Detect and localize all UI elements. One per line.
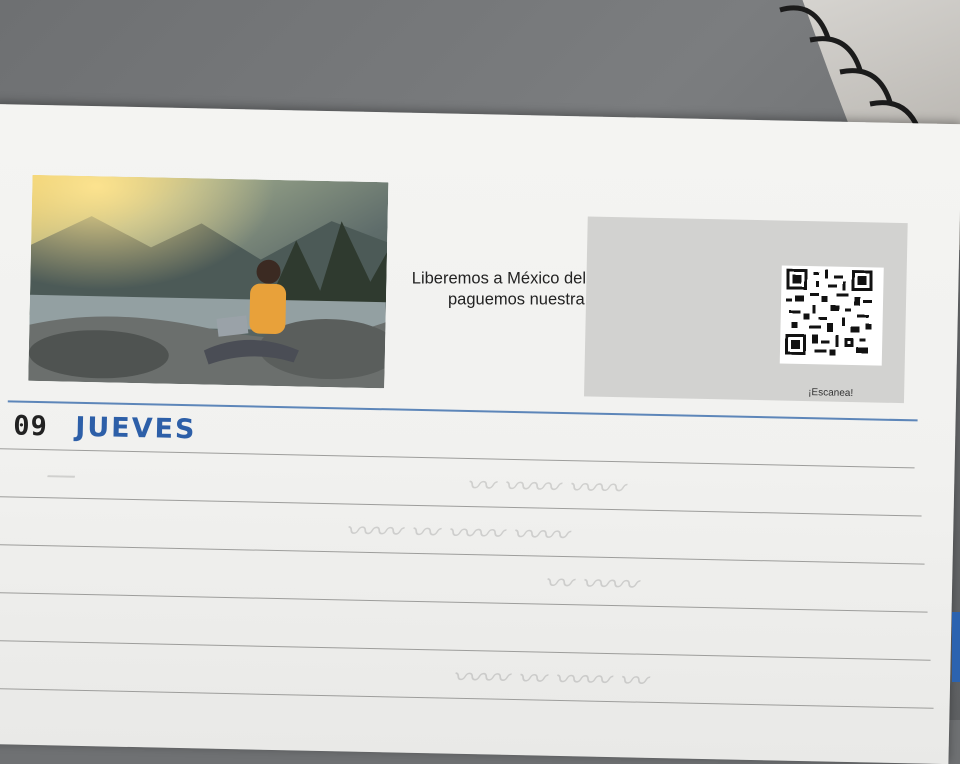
bleed-through-handwriting: — bbox=[45, 457, 77, 493]
writing-line bbox=[0, 592, 928, 613]
planner-page: Liberemos a México del calentamiento soc… bbox=[0, 104, 960, 764]
bleed-through-handwriting: 〰 〰〰 bbox=[543, 566, 638, 602]
scan-label: ¡Escanea! bbox=[808, 387, 854, 400]
bleed-through-handwriting: 〰 〰〰 〰〰 bbox=[465, 468, 625, 506]
qr-code-icon[interactable] bbox=[779, 265, 884, 366]
promo-photo bbox=[28, 174, 389, 389]
writing-line bbox=[0, 448, 915, 469]
bleed-through-handwriting: 〰〰 〰 〰〰 〰〰 bbox=[344, 514, 569, 553]
day-number: 09 bbox=[12, 410, 49, 443]
day-name: JUEVES bbox=[74, 411, 197, 446]
page-edge-tab bbox=[952, 612, 960, 682]
bleed-through-handwriting: 〰〰 〰 〰〰 〰 bbox=[451, 660, 648, 698]
